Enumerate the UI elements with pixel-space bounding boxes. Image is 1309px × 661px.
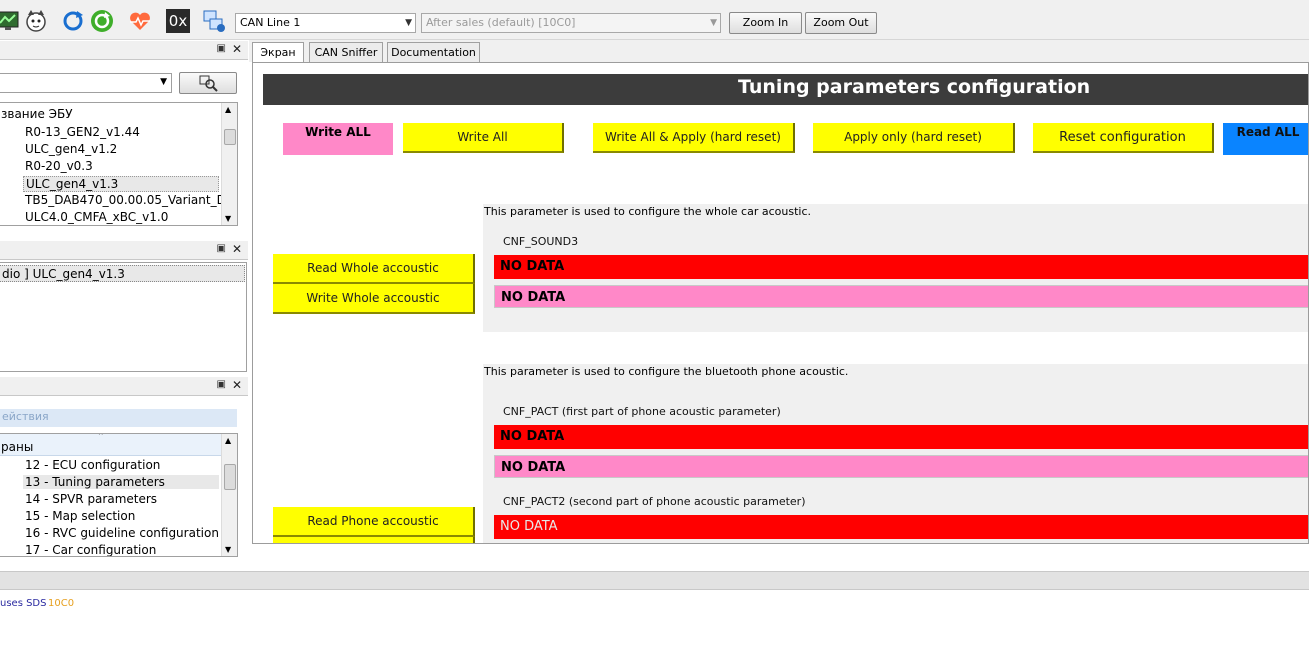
write-all-apply-button[interactable]: Write All & Apply (hard reset) xyxy=(593,123,795,153)
ecu-list-header: звание ЭБУ xyxy=(1,107,73,121)
sync-icon[interactable] xyxy=(90,9,114,33)
close-icon[interactable]: ✕ xyxy=(232,378,242,392)
session-list-item[interactable]: dio ] ULC_gen4_v1.3 xyxy=(0,265,245,282)
screen-list-item[interactable]: 12 - ECU configuration xyxy=(25,458,160,472)
write-whole-acoustic-button[interactable]: Write Whole accoustic xyxy=(273,284,475,314)
actions-section[interactable]: ействия xyxy=(0,409,237,427)
section2-param1-name: CNF_PACT (first part of phone acoustic p… xyxy=(503,405,781,418)
section1-value-pink[interactable]: NO DATA xyxy=(494,285,1308,308)
read-all-button[interactable]: Read ALL xyxy=(1223,123,1308,155)
write-all-button[interactable]: Write All xyxy=(403,123,564,153)
section1-value-red: NO DATA xyxy=(494,255,1308,279)
zoom-out-button[interactable]: Zoom Out xyxy=(805,12,877,34)
hex-icon[interactable]: 0x xyxy=(166,9,190,33)
write-all-pink-button[interactable]: Write ALL xyxy=(283,123,393,155)
section2-value1-pink[interactable]: NO DATA xyxy=(494,455,1308,478)
tab-can-sniffer[interactable]: CAN Sniffer xyxy=(309,42,383,62)
can-line-value: CAN Line 1 xyxy=(240,16,301,29)
ecu-list-item[interactable]: R0-20_v0.3 xyxy=(25,159,93,173)
close-icon[interactable]: ✕ xyxy=(232,242,242,256)
ecu-list-item[interactable]: ULC_gen4_v1.3 xyxy=(23,176,219,192)
screens-list: ⌃ раны 12 - ECU configuration 13 - Tuning… xyxy=(0,433,238,557)
section1-description: This parameter is used to configure the … xyxy=(484,205,812,218)
scroll-thumb[interactable] xyxy=(224,129,236,145)
screens-panel-header: ▣ ✕ xyxy=(0,377,248,396)
ecu-list-item[interactable]: TB5_DAB470_00.00.05_Variant_DA... xyxy=(25,193,237,207)
tab-screen[interactable]: Экран xyxy=(252,42,304,63)
screen-list-item[interactable]: 17 - Car configuration xyxy=(25,543,156,556)
section2-param2-name: CNF_PACT2 (second part of phone acoustic… xyxy=(503,495,806,508)
zoom-in-button[interactable]: Zoom In xyxy=(729,12,802,34)
screens-list-scrollbar[interactable]: ▲ ▼ xyxy=(221,434,237,556)
ecu-list-scrollbar[interactable]: ▲ ▼ xyxy=(221,103,237,225)
refresh-icon[interactable] xyxy=(61,9,85,33)
page-title: Tuning parameters configuration xyxy=(738,76,1091,98)
monitor-icon[interactable] xyxy=(0,9,20,33)
tab-documentation[interactable]: Documentation xyxy=(387,42,480,62)
session-item-label: dio ] ULC_gen4_v1.3 xyxy=(2,267,125,281)
screens-group-label: раны xyxy=(1,440,34,454)
ecu-list-item[interactable]: ULC4.0_CMFA_xBC_v1.0 xyxy=(25,210,168,224)
ecu-filter-combo[interactable]: ▼ xyxy=(0,73,172,93)
session-value: After sales (default) [10C0] xyxy=(426,16,576,29)
section2-value1-red: NO DATA xyxy=(494,425,1308,449)
chevron-down-icon: ▼ xyxy=(160,77,167,87)
pin-icon[interactable]: ▣ xyxy=(217,243,226,254)
search-button[interactable] xyxy=(179,72,237,94)
session-list: dio ] ULC_gen4_v1.3 xyxy=(0,262,247,372)
apply-only-button[interactable]: Apply only (hard reset) xyxy=(813,123,1015,153)
pin-icon[interactable]: ▣ xyxy=(217,43,226,54)
search-icon xyxy=(199,75,218,92)
ecu-panel-header: ▣ ✕ xyxy=(0,41,248,60)
network-settings-icon[interactable] xyxy=(202,9,226,33)
screen-list-item[interactable]: 15 - Map selection xyxy=(25,509,135,523)
scroll-up-icon[interactable]: ▲ xyxy=(225,436,231,445)
log-area: uses SDS 10C0 xyxy=(0,591,1309,661)
reset-configuration-button[interactable]: Reset configuration xyxy=(1033,123,1214,153)
splitter-bar[interactable] xyxy=(0,571,1309,590)
write-phone-acoustic-button[interactable] xyxy=(273,537,475,543)
session-select[interactable]: After sales (default) [10C0] ▼ xyxy=(421,13,721,33)
section1-param-name: CNF_SOUND3 xyxy=(503,235,579,248)
scroll-down-icon[interactable]: ▼ xyxy=(225,214,231,223)
close-icon[interactable]: ✕ xyxy=(232,42,242,56)
log-code: 10C0 xyxy=(48,598,75,609)
chevron-down-icon: ▼ xyxy=(710,18,717,28)
screens-group-header[interactable]: ⌃ раны xyxy=(0,434,221,456)
section2-description: This parameter is used to configure the … xyxy=(484,365,849,378)
read-whole-acoustic-button[interactable]: Read Whole accoustic xyxy=(273,254,475,284)
scroll-thumb[interactable] xyxy=(224,464,236,490)
pin-icon[interactable]: ▣ xyxy=(217,379,226,390)
screen-list-item[interactable]: 16 - RVC guideline configuration xyxy=(25,526,219,540)
scroll-down-icon[interactable]: ▼ xyxy=(225,545,231,554)
session-panel-header: ▣ ✕ xyxy=(0,241,248,260)
screen-list-item[interactable]: 13 - Tuning parameters xyxy=(23,475,219,489)
cat-face-icon[interactable] xyxy=(24,9,48,33)
ecu-list: звание ЭБУ R0-13_GEN2_v1.44 ULC_gen4_v1.2… xyxy=(0,102,238,226)
collapse-icon[interactable]: ⌃ xyxy=(97,434,105,442)
screen-content: Tuning parameters configuration Write AL… xyxy=(252,62,1309,544)
heart-monitor-icon[interactable] xyxy=(128,9,152,33)
screen-list-item[interactable]: 14 - SPVR parameters xyxy=(25,492,157,506)
toolbar: 0x CAN Line 1 ▼ After sales (default) [1… xyxy=(0,0,1309,40)
section2-value2-red: NO DATA xyxy=(494,515,1308,539)
ecu-list-item[interactable]: R0-13_GEN2_v1.44 xyxy=(25,125,140,139)
actions-section-label: ействия xyxy=(2,410,49,423)
scroll-up-icon[interactable]: ▲ xyxy=(225,105,231,114)
can-line-select[interactable]: CAN Line 1 ▼ xyxy=(235,13,416,33)
ecu-list-item[interactable]: ULC_gen4_v1.2 xyxy=(25,142,117,156)
title-bar: Tuning parameters configuration xyxy=(263,74,1308,105)
read-phone-acoustic-button[interactable]: Read Phone accoustic xyxy=(273,507,475,537)
log-prefix: uses SDS xyxy=(0,598,47,609)
chevron-down-icon: ▼ xyxy=(405,18,412,28)
